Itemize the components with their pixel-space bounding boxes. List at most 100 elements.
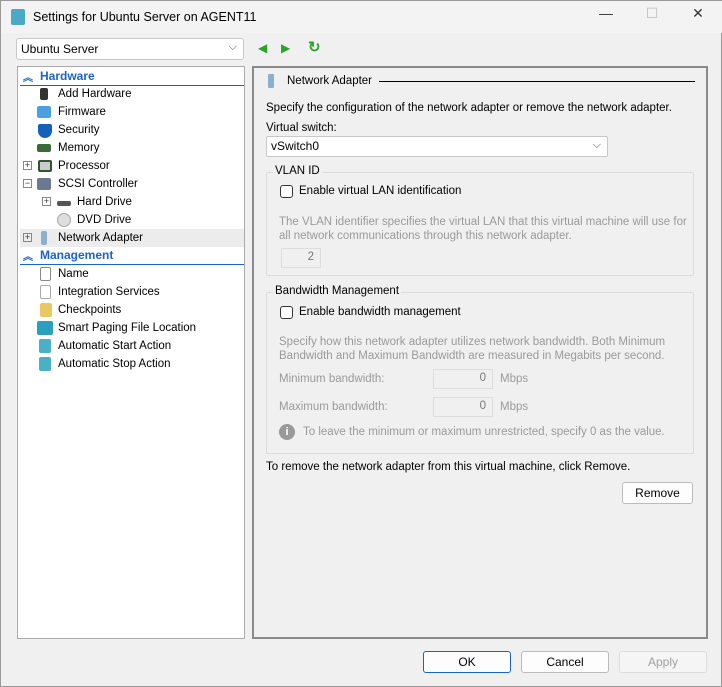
maximize-button[interactable]: ☐ [637,5,667,27]
collapse-icon: ︽ [23,252,33,263]
vlan-group-label: VLAN ID [273,165,322,177]
settings-app-icon [11,9,25,25]
vlan-group: VLAN ID Enable virtual LAN identificatio… [266,165,694,276]
tree-item-label: SCSI Controller [58,178,138,190]
tree-item-label: Processor [58,160,110,172]
tree-item-integration-services[interactable]: Integration Services [20,283,244,301]
heading-rule [379,81,695,82]
vlan-checkbox[interactable] [280,185,293,198]
tree-item-memory[interactable]: Memory [20,139,244,157]
bandwidth-group-label: Bandwidth Management [273,285,402,297]
tree-item-label: DVD Drive [77,214,132,226]
name-icon [40,267,51,281]
remove-description: To remove the network adapter from this … [266,461,631,473]
tree-item-label: Network Adapter [58,232,144,244]
bandwidth-checkbox-label[interactable]: Enable bandwidth management [299,306,461,318]
min-bandwidth-input[interactable]: 0 [433,369,493,389]
panel-heading: Network Adapter [287,75,373,87]
processor-icon [38,160,52,172]
collapse-icon[interactable]: − [23,179,32,188]
forward-arrow-icon[interactable]: ▶ [281,41,290,55]
tree-item-dvd-drive[interactable]: DVD Drive [20,211,244,229]
tree-item-label: Automatic Start Action [58,340,172,352]
apply-button[interactable]: Apply [619,651,707,673]
network-adapter-panel: Network Adapter Specify the configuratio… [252,66,708,639]
tree-item-label: Memory [58,142,100,154]
tree-item-hard-drive[interactable]: + Hard Drive [20,193,244,211]
tree-item-label: Firmware [58,106,106,118]
tree-item-add-hardware[interactable]: Add Hardware [20,85,244,103]
max-bandwidth-unit: Mbps [500,401,529,413]
expand-icon[interactable]: + [42,197,51,206]
vlan-checkbox-label[interactable]: Enable virtual LAN identification [299,185,461,197]
expand-icon[interactable]: + [23,161,32,170]
virtual-switch-select[interactable]: vSwitch0 ⌵ [266,136,608,157]
bandwidth-info-text: To leave the minimum or maximum unrestri… [303,426,665,438]
ok-button[interactable]: OK [423,651,511,673]
minimize-button[interactable]: — [591,5,621,27]
remove-button[interactable]: Remove [622,482,693,504]
monitor-icon [37,106,51,118]
tree-item-label: Security [58,124,100,136]
section-label: Management [40,248,114,262]
tree-item-processor[interactable]: + Processor [20,157,244,175]
memory-icon [37,144,51,152]
stop-action-icon [39,357,51,371]
bandwidth-checkbox[interactable] [280,306,293,319]
max-bandwidth-input[interactable]: 0 [433,397,493,417]
min-bandwidth-label: Minimum bandwidth: [279,373,385,385]
tree-item-label: Hard Drive [77,196,132,208]
tree-item-label: Automatic Stop Action [58,358,171,370]
controller-icon [37,178,51,190]
panel-description: Specify the configuration of the network… [266,102,672,114]
hardware-section-header[interactable]: ︽ Hardware [20,69,244,86]
cancel-button[interactable]: Cancel [521,651,609,673]
back-arrow-icon[interactable]: ◀ [258,41,267,55]
max-bandwidth-label: Maximum bandwidth: [279,401,388,413]
paging-icon [37,321,53,335]
info-icon: i [279,424,295,440]
bandwidth-help-text: Specify how this network adapter utilize… [279,336,666,362]
start-action-icon [39,339,51,353]
close-button[interactable]: ✕ [683,5,713,27]
refresh-icon[interactable]: ↻ [308,38,321,56]
expand-icon[interactable]: + [23,233,32,242]
shield-icon [38,124,52,138]
tree-item-label: Name [58,268,89,280]
management-section-header[interactable]: ︽ Management [20,248,244,265]
tree-item-label: Integration Services [58,286,160,298]
tree-item-scsi-controller[interactable]: − SCSI Controller [20,175,244,193]
checkpoint-icon [40,303,52,317]
tree-item-security[interactable]: Security [20,121,244,139]
tree-item-label: Add Hardware [58,88,132,100]
bandwidth-group: Bandwidth Management Enable bandwidth ma… [266,285,694,454]
vm-selector[interactable]: Ubuntu Server ⌵ [16,38,244,60]
vm-selector-value: Ubuntu Server [21,42,99,56]
virtual-switch-value: vSwitch0 [271,139,320,153]
chevron-down-icon: ⌵ [228,41,237,53]
vlan-id-input[interactable]: 2 [281,248,321,268]
tree-item-checkpoints[interactable]: Checkpoints [20,301,244,319]
tree-item-automatic-start[interactable]: Automatic Start Action [20,337,244,355]
tree-item-name[interactable]: Name [20,265,244,283]
window-title: Settings for Ubuntu Server on AGENT11 [33,10,257,24]
tree-item-firmware[interactable]: Firmware [20,103,244,121]
network-adapter-icon [41,231,47,245]
virtual-switch-label: Virtual switch: [266,122,337,134]
section-label: Hardware [40,69,95,83]
tree-item-smart-paging[interactable]: Smart Paging File Location [20,319,244,337]
collapse-icon: ︽ [23,73,33,84]
chevron-down-icon: ⌵ [592,139,601,151]
tree-item-label: Smart Paging File Location [58,322,197,334]
tree-item-network-adapter[interactable]: + Network Adapter [20,229,244,247]
dvd-icon [57,213,71,227]
min-bandwidth-unit: Mbps [500,373,529,385]
network-adapter-icon [268,74,274,88]
tree-item-automatic-stop[interactable]: Automatic Stop Action [20,355,244,373]
add-hardware-icon [40,88,48,100]
checklist-icon [40,285,51,299]
tree-item-label: Checkpoints [58,304,122,316]
hard-drive-icon [57,201,71,206]
settings-tree: ︽ Hardware Add Hardware Firmware Security… [17,66,245,639]
vlan-help-text: The VLAN identifier specifies the virtua… [279,216,687,242]
